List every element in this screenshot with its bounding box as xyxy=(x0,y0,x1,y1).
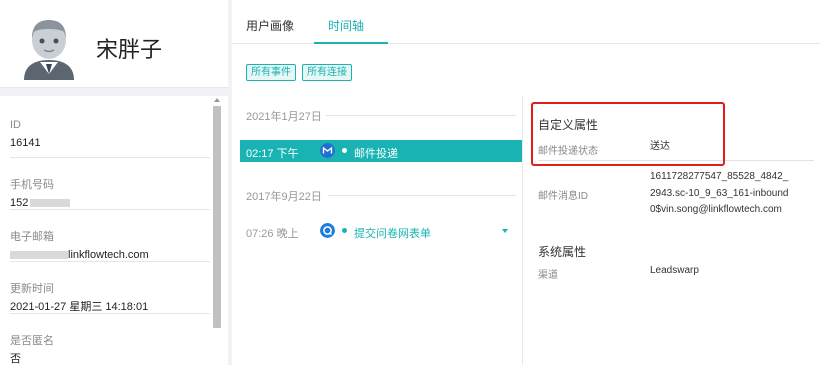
field-email: 电子邮箱 linkflowtech.com xyxy=(10,210,210,262)
panel-gap xyxy=(0,88,228,96)
tab-bar: 用户画像 时间轴 xyxy=(232,0,820,44)
form-event-icon xyxy=(320,223,335,238)
timeline-event-mail[interactable]: 02:17 下午 邮件投递 xyxy=(240,140,522,162)
profile-header: 宋胖子 xyxy=(0,0,228,88)
field-label: 电子邮箱 xyxy=(10,231,54,243)
date-divider xyxy=(328,195,516,196)
expand-caret-icon[interactable] xyxy=(502,229,508,233)
app-root: 宋胖子 ID 16141 手机号码 152 电子邮箱 linkflowtech.… xyxy=(0,0,820,365)
scrollbar[interactable] xyxy=(212,96,222,365)
filter-all-events[interactable]: 所有事件 xyxy=(246,64,296,81)
profile-name: 宋胖子 xyxy=(96,37,163,62)
active-tab-indicator xyxy=(314,42,388,44)
timeline-date: 2021年1月27日 xyxy=(246,111,322,123)
prop-key: 渠道 xyxy=(538,270,558,281)
field-value: 2021-01-27 星期三 14:18:01 xyxy=(10,301,149,313)
field-updated: 更新时间 2021-01-27 星期三 14:18:01 xyxy=(10,262,210,314)
avatar xyxy=(24,20,74,80)
scroll-thumb[interactable] xyxy=(213,106,221,328)
prop-value: Leadswarp xyxy=(650,265,699,276)
timeline-date: 2017年9月22日 xyxy=(246,191,322,203)
timeline-event-form[interactable]: 07:26 晚上 提交问卷网表单 xyxy=(240,220,522,242)
event-time: 07:26 晚上 xyxy=(246,228,299,240)
field-label: ID xyxy=(10,119,21,131)
mail-event-icon xyxy=(320,143,335,158)
field-id: ID 16141 xyxy=(10,96,210,158)
field-value: linkflowtech.com xyxy=(10,247,210,263)
field-value: 152 xyxy=(10,195,210,211)
tab-timeline[interactable]: 时间轴 xyxy=(328,17,364,34)
prop-value-line: 0$vin.song@linkflowtech.com xyxy=(650,204,782,215)
field-label: 更新时间 xyxy=(10,283,54,295)
event-title: 邮件投递 xyxy=(354,148,398,160)
redacted-mask xyxy=(30,199,71,208)
event-title: 提交问卷网表单 xyxy=(354,228,431,240)
user-profile-panel: 宋胖子 ID 16141 手机号码 152 电子邮箱 linkflowtech.… xyxy=(0,0,228,365)
phone-value: 152 xyxy=(10,197,29,209)
filter-all-connections[interactable]: 所有连接 xyxy=(302,64,352,81)
system-attributes-title: 系统属性 xyxy=(538,245,587,259)
field-label: 是否匿名 xyxy=(10,335,54,347)
tab-user-portrait[interactable]: 用户画像 xyxy=(246,17,294,34)
redacted-mask xyxy=(10,251,68,260)
event-dot xyxy=(342,148,347,153)
field-anonymous: 是否匿名 否 xyxy=(10,314,210,365)
email-value: linkflowtech.com xyxy=(68,249,149,261)
prop-key: 邮件消息ID xyxy=(538,191,588,202)
main-panel: 用户画像 时间轴 所有事件 所有连接 2021年1月27日 02:17 下午 邮… xyxy=(232,0,820,365)
highlight-annotation-box xyxy=(531,102,725,166)
event-dot xyxy=(342,228,347,233)
field-phone: 手机号码 152 xyxy=(10,158,210,210)
date-divider xyxy=(326,115,516,116)
scroll-up-arrow-icon[interactable] xyxy=(214,98,220,102)
prop-value-line: 1611728277547_85528_4842_ xyxy=(650,171,789,182)
panel-divider xyxy=(522,96,523,365)
field-value: 16141 xyxy=(10,137,41,149)
field-value: 否 xyxy=(10,353,21,365)
event-time: 02:17 下午 xyxy=(246,148,299,160)
prop-value-line: 2943.sc-10_9_63_161-inbound xyxy=(650,188,789,199)
profile-fields: ID 16141 手机号码 152 电子邮箱 linkflowtech.com … xyxy=(10,96,210,365)
field-label: 手机号码 xyxy=(10,179,54,191)
